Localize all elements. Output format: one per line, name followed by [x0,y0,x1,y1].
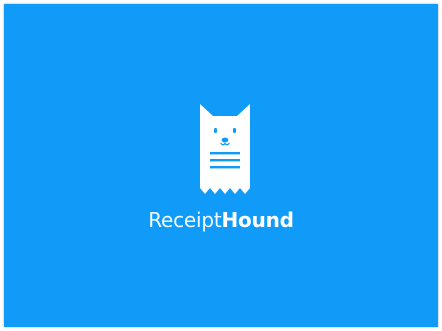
logo-nose [221,137,229,143]
app-wordmark: ReceiptHound [4,208,438,232]
receipt-hound-logo-icon [196,102,254,196]
splash-screen: ReceiptHound [4,4,438,327]
logo-receipt-line [210,152,240,155]
logo-receipt-shape [200,104,250,194]
logo-right-eye [233,128,236,133]
wordmark-hound: Hound [221,208,294,232]
logo-receipt-line [210,166,240,169]
wordmark-receipt: Receipt [148,208,222,232]
logo-left-eye [214,128,217,133]
logo-receipt-line [210,159,240,162]
